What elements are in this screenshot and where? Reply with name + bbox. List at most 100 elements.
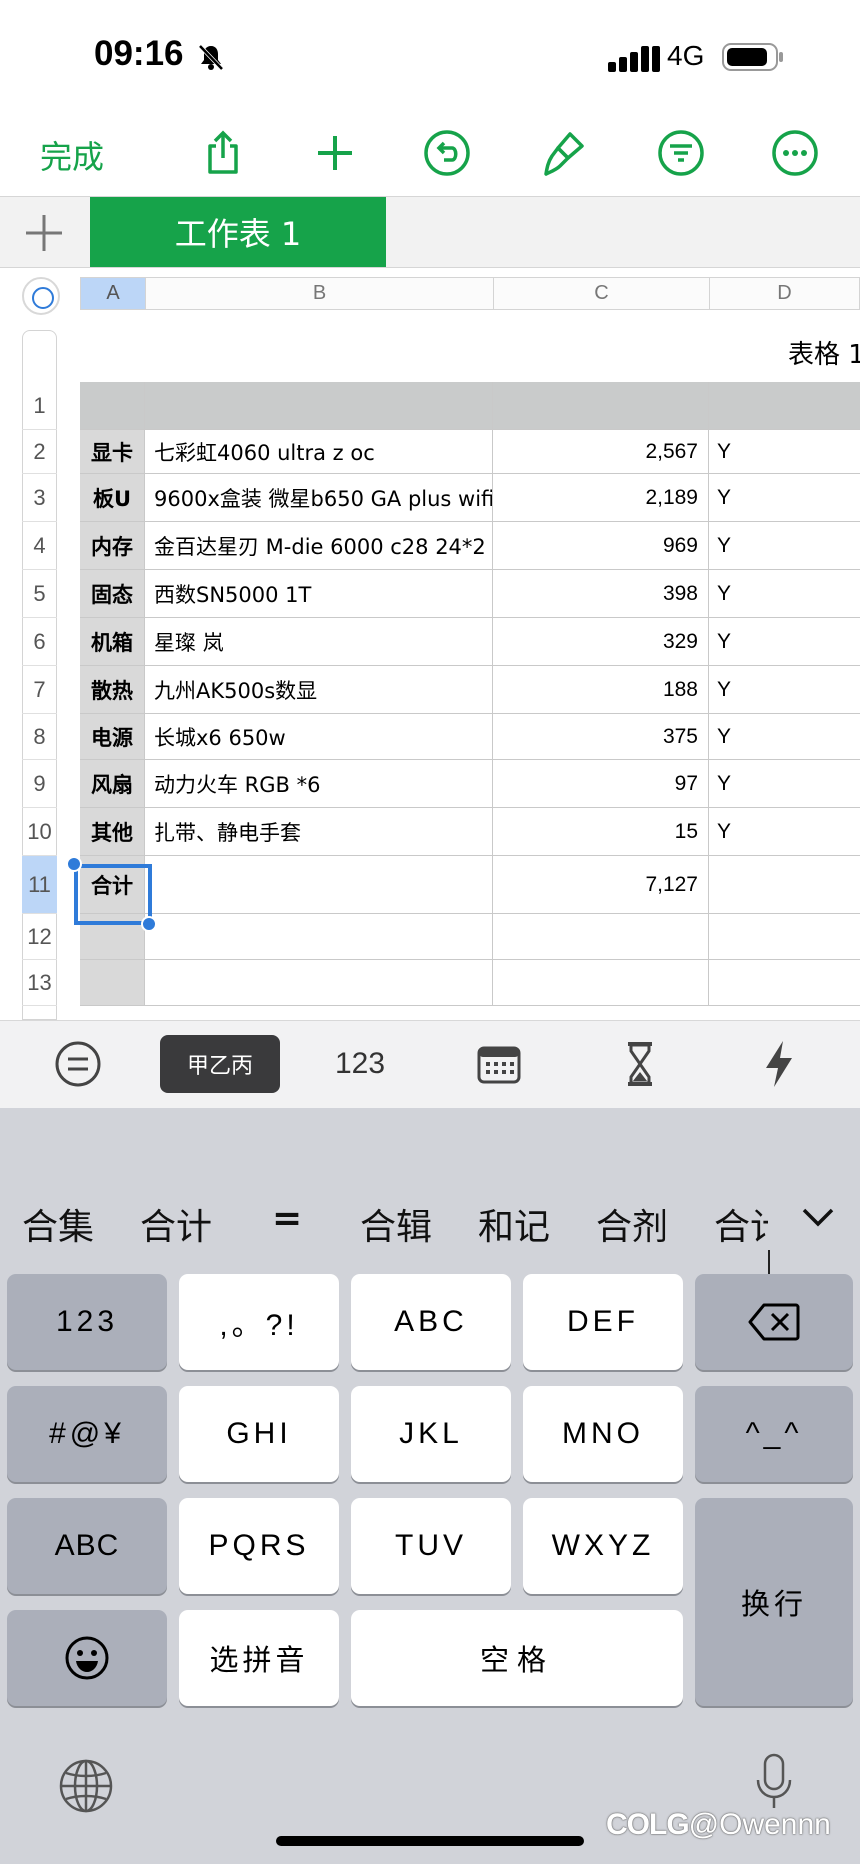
candidate-6[interactable]: 合剂 <box>596 1198 668 1250</box>
backspace-key[interactable] <box>695 1274 853 1370</box>
key-tuv[interactable]: TUV <box>351 1498 511 1594</box>
cell-b[interactable]: 九州AK500s数显 <box>145 666 493 713</box>
cell-d[interactable] <box>709 382 860 429</box>
pinyin-select-key[interactable]: 选拼音 <box>179 1610 339 1706</box>
cell-c[interactable] <box>493 960 709 1005</box>
row-header[interactable]: 3 <box>22 474 57 522</box>
cell-a[interactable]: 板U <box>80 474 145 521</box>
formula-icon[interactable] <box>52 1035 104 1093</box>
lightning-icon[interactable] <box>760 1035 798 1093</box>
cell-d[interactable]: Y <box>709 760 860 807</box>
cell-c[interactable]: 398 <box>493 570 709 617</box>
spreadsheet-grid[interactable]: 显卡 七彩虹4060 ultra z oc 2,567 Y 板U 9600x盒装 微星b6… <box>80 382 860 1020</box>
cell-b[interactable] <box>145 382 493 429</box>
cell-c[interactable] <box>493 914 709 959</box>
cell-a[interactable]: 内存 <box>80 522 145 569</box>
row-header[interactable]: 7 <box>22 666 57 714</box>
cell-a[interactable] <box>80 960 145 1005</box>
share-icon[interactable] <box>198 128 248 178</box>
cell-a[interactable]: 固态 <box>80 570 145 617</box>
cell-a[interactable]: 散热 <box>80 666 145 713</box>
more-options-icon[interactable] <box>770 128 820 178</box>
row-header[interactable]: 6 <box>22 618 57 666</box>
cell-a[interactable]: 风扇 <box>80 760 145 807</box>
cell-c[interactable]: 375 <box>493 714 709 759</box>
candidate-1[interactable]: 合集 <box>22 1198 94 1250</box>
candidate-2[interactable]: 合计 <box>140 1198 212 1250</box>
cell-d[interactable]: Y <box>709 430 860 473</box>
row-header[interactable]: 8 <box>22 714 57 760</box>
filter-icon[interactable] <box>656 128 706 178</box>
space-key[interactable]: 空格 <box>351 1610 683 1706</box>
key-abc-mode[interactable]: ABC <box>7 1498 167 1594</box>
candidate-7[interactable]: 合计 <box>714 1198 768 1250</box>
done-button[interactable]: 完成 <box>40 132 104 178</box>
cell-c[interactable]: 188 <box>493 666 709 713</box>
column-header-d[interactable]: D <box>709 277 860 310</box>
key-123[interactable]: 123 <box>7 1274 167 1370</box>
key-symbols[interactable]: #@¥ <box>7 1386 167 1482</box>
cell-a[interactable]: 其他 <box>80 808 145 855</box>
selected-cell-a11[interactable] <box>74 864 152 925</box>
cell-a[interactable]: 显卡 <box>80 430 145 473</box>
key-punctuation[interactable]: ,。?! <box>179 1274 339 1370</box>
cell-c[interactable]: 969 <box>493 522 709 569</box>
cell-b[interactable] <box>145 856 493 913</box>
cell-b[interactable]: 扎带、静电手套 <box>145 808 493 855</box>
row-header[interactable]: 11 <box>22 856 57 914</box>
cell-d[interactable]: Y <box>709 618 860 665</box>
row-header[interactable]: 1 <box>22 382 57 430</box>
return-key[interactable]: 换行 <box>695 1498 853 1706</box>
row-header[interactable]: 2 <box>22 430 57 474</box>
undo-icon[interactable] <box>422 128 472 178</box>
cell-d[interactable] <box>709 856 860 913</box>
cell-b[interactable]: 动力火车 RGB *6 <box>145 760 493 807</box>
microphone-icon[interactable] <box>754 1752 794 1812</box>
row-header[interactable]: 13 <box>22 960 57 1006</box>
cell-c[interactable] <box>493 382 709 429</box>
row-header[interactable]: 12 <box>22 914 57 960</box>
date-calendar-icon[interactable] <box>474 1035 524 1093</box>
cell-d[interactable]: Y <box>709 522 860 569</box>
key-ghi[interactable]: GHI <box>179 1386 339 1482</box>
candidate-3[interactable]: = <box>272 1198 302 1239</box>
key-mno[interactable]: MNO <box>523 1386 683 1482</box>
row-header[interactable]: 4 <box>22 522 57 570</box>
key-jkl[interactable]: JKL <box>351 1386 511 1482</box>
cell-d[interactable]: Y <box>709 570 860 617</box>
cell-d[interactable]: Y <box>709 714 860 759</box>
emoji-key[interactable] <box>7 1610 167 1706</box>
cell-b[interactable]: 长城x6 650w <box>145 714 493 759</box>
row-header[interactable]: 5 <box>22 570 57 618</box>
text-mode-button[interactable]: 甲乙丙 <box>160 1035 280 1093</box>
cell-c[interactable]: 7,127 <box>493 856 709 913</box>
format-brush-icon[interactable] <box>538 128 588 178</box>
add-icon[interactable] <box>310 128 360 178</box>
candidate-5[interactable]: 和记 <box>478 1198 550 1250</box>
cell-b[interactable]: 七彩虹4060 ultra z oc <box>145 430 493 473</box>
cell-d[interactable] <box>709 914 860 959</box>
cell-c[interactable]: 329 <box>493 618 709 665</box>
candidate-4[interactable]: 合辑 <box>360 1198 432 1250</box>
cell-c[interactable]: 97 <box>493 760 709 807</box>
cell-c[interactable]: 2,567 <box>493 430 709 473</box>
key-emoticon[interactable]: ^_^ <box>695 1386 853 1482</box>
row-header[interactable]: 9 <box>22 760 57 808</box>
cell-b[interactable]: 金百达星刃 M-die 6000 c28 24*2 <box>145 522 493 569</box>
selection-handle-top-left[interactable] <box>66 856 82 872</box>
cell-d[interactable] <box>709 960 860 1005</box>
column-header-a[interactable]: A <box>80 277 146 310</box>
column-header-c[interactable]: C <box>493 277 710 310</box>
key-wxyz[interactable]: WXYZ <box>523 1498 683 1594</box>
globe-icon[interactable] <box>58 1758 114 1814</box>
cell-b[interactable] <box>145 960 493 1005</box>
cell-a[interactable]: 机箱 <box>80 618 145 665</box>
chevron-down-icon[interactable] <box>800 1206 836 1230</box>
cell-d[interactable]: Y <box>709 474 860 521</box>
row-header[interactable]: 10 <box>22 808 57 856</box>
number-mode-button[interactable]: 123 <box>320 1035 400 1093</box>
cell-c[interactable]: 2,189 <box>493 474 709 521</box>
cell-a[interactable]: 电源 <box>80 714 145 759</box>
cell-d[interactable]: Y <box>709 808 860 855</box>
cell-a[interactable] <box>80 382 145 429</box>
